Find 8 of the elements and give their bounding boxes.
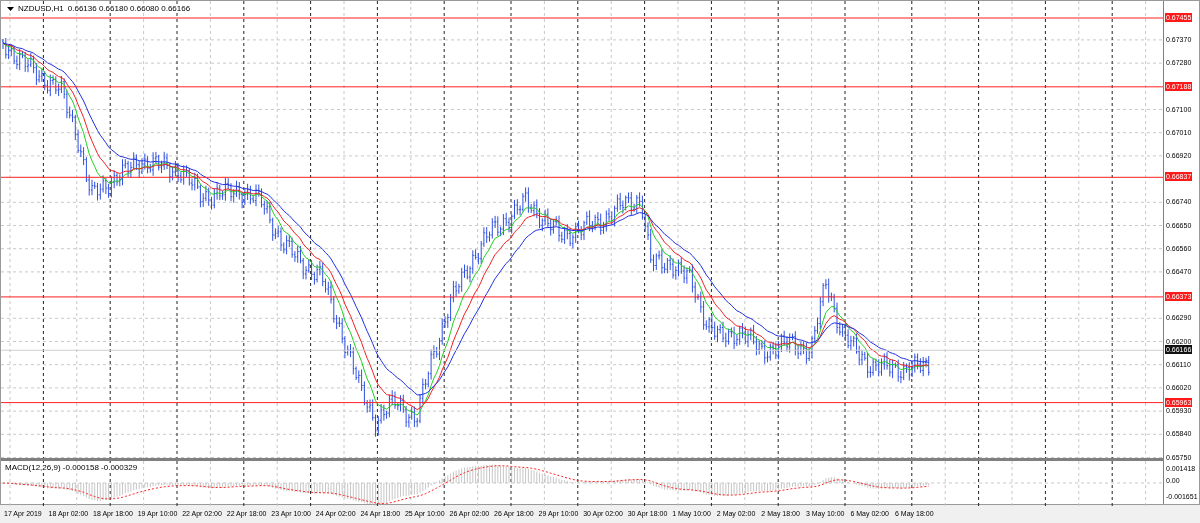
symbol-label: NZDUSD,H1 <box>18 4 64 13</box>
dropdown-icon[interactable] <box>7 6 14 11</box>
level-line[interactable] <box>1 296 1163 298</box>
level-line[interactable] <box>1 176 1163 178</box>
level-line[interactable] <box>1 402 1163 404</box>
level-line[interactable] <box>1 86 1163 88</box>
macd-label: MACD(12,26,9) -0.000158 -0.000329 <box>5 463 138 472</box>
quote-values: 0.66136 0.66180 0.66080 0.66166 <box>67 4 191 13</box>
